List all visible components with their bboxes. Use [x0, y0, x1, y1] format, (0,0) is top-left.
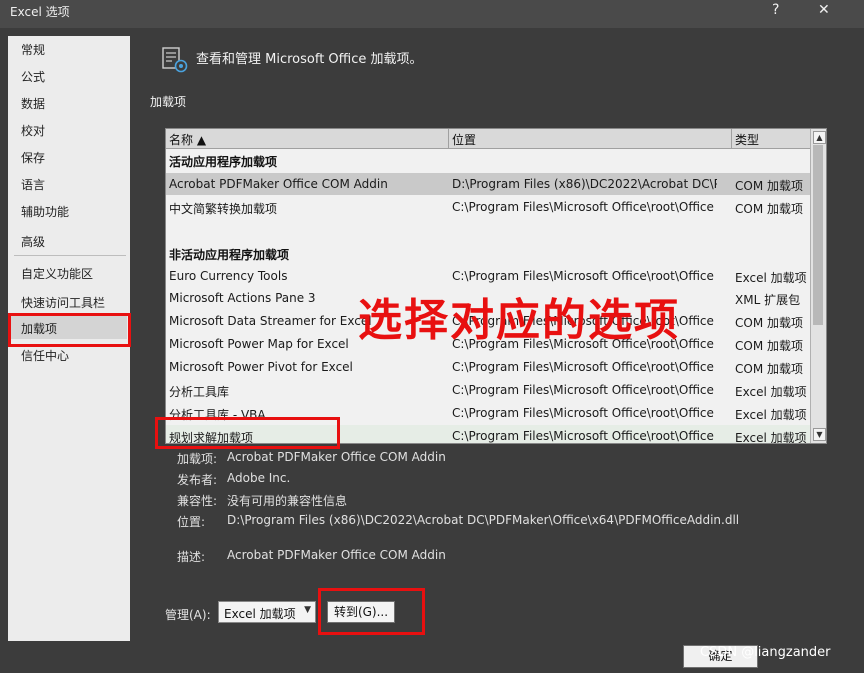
- sidebar-item-general[interactable]: 常规: [21, 41, 45, 58]
- scroll-down-icon[interactable]: ▼: [813, 428, 826, 441]
- sidebar-item-formulas[interactable]: 公式: [21, 68, 45, 85]
- column-header-type[interactable]: 类型: [735, 131, 759, 148]
- column-divider[interactable]: [731, 129, 732, 148]
- manage-select-value: Excel 加载项: [224, 607, 296, 621]
- cell-name: 分析工具库: [169, 385, 230, 399]
- detail-compat-label: 兼容性:: [177, 494, 218, 508]
- highlight-box-goto: [318, 588, 425, 635]
- annotation-overlay-text: 选择对应的选项: [358, 295, 680, 346]
- detail-publisher-value: Adobe Inc.: [227, 471, 291, 485]
- title-bar: Excel 选项 ? ✕: [0, 0, 864, 28]
- detail-publisher-label: 发布者:: [177, 473, 218, 487]
- cell-type: Excel 加载项: [735, 385, 807, 399]
- table-row[interactable]: Microsoft Power Pivot for Excel C:\Progr…: [166, 356, 810, 378]
- cell-location: C:\Program Files\Microsoft Office\root\O…: [452, 383, 714, 397]
- column-header-location[interactable]: 位置: [452, 131, 476, 148]
- manage-label: 管理(A):: [165, 608, 211, 622]
- table-row[interactable]: 中文简繁转换加载项 C:\Program Files\Microsoft Off…: [166, 196, 810, 218]
- table-row[interactable]: Acrobat PDFMaker Office COM Addin D:\Pro…: [166, 173, 810, 195]
- cell-type: Excel 加载项: [735, 431, 807, 444]
- table-row[interactable]: 分析工具库 C:\Program Files\Microsoft Office\…: [166, 379, 810, 401]
- close-button[interactable]: ✕: [818, 2, 830, 18]
- chevron-down-icon: ▼: [304, 605, 311, 615]
- column-header-name[interactable]: 名称 ▲: [169, 131, 206, 148]
- sidebar-item-customize-ribbon[interactable]: 自定义功能区: [21, 265, 93, 282]
- highlight-box-solver: [155, 417, 340, 449]
- help-button[interactable]: ?: [772, 2, 779, 18]
- cell-type: Excel 加载项: [735, 408, 807, 422]
- sidebar-item-quick-access-toolbar[interactable]: 快速访问工具栏: [21, 294, 105, 311]
- detail-addin-label: 加载项:: [177, 452, 218, 466]
- column-divider[interactable]: [448, 129, 449, 148]
- detail-compat-value: 没有可用的兼容性信息: [227, 494, 348, 508]
- sidebar-item-language[interactable]: 语言: [21, 176, 45, 193]
- sidebar-item-save[interactable]: 保存: [21, 149, 45, 166]
- section-label-addins: 加载项: [150, 95, 187, 109]
- sidebar-item-data[interactable]: 数据: [21, 95, 45, 112]
- detail-location-label: 位置:: [177, 515, 206, 529]
- detail-description-label: 描述:: [177, 550, 206, 564]
- detail-description-value: Acrobat PDFMaker Office COM Addin: [227, 548, 446, 562]
- cell-type: COM 加载项: [735, 339, 803, 353]
- cell-type: COM 加载项: [735, 362, 803, 376]
- manage-select[interactable]: Excel 加载项 ▼: [218, 601, 316, 623]
- scrollbar-thumb[interactable]: [813, 145, 823, 325]
- cell-name: Microsoft Power Pivot for Excel: [169, 360, 353, 374]
- watermark-text: CSDN @liangzander: [700, 645, 831, 660]
- sidebar-item-advanced[interactable]: 高级: [21, 233, 45, 250]
- cell-name: Acrobat PDFMaker Office COM Addin: [169, 177, 388, 191]
- cell-type: COM 加载项: [735, 202, 803, 216]
- cell-location: C:\Program Files\Microsoft Office\root\O…: [452, 200, 714, 214]
- sidebar-item-accessibility[interactable]: 辅助功能: [21, 203, 69, 220]
- sidebar-divider: [14, 255, 126, 256]
- group-header-inactive: 非活动应用程序加载项: [169, 248, 290, 262]
- cell-name: 中文简繁转换加载项: [169, 202, 278, 216]
- window-title: Excel 选项: [10, 5, 70, 19]
- sidebar-item-trust-center[interactable]: 信任中心: [21, 347, 69, 364]
- detail-location-value: D:\Program Files (x86)\DC2022\Acrobat DC…: [227, 513, 740, 527]
- cell-location: D:\Program Files (x86)\DC2022\Acrobat DC…: [452, 177, 717, 191]
- detail-addin-value: Acrobat PDFMaker Office COM Addin: [227, 450, 446, 464]
- cell-type: Excel 加载项: [735, 271, 807, 285]
- cell-location: C:\Program Files\Microsoft Office\root\O…: [452, 429, 714, 443]
- cell-type: COM 加载项: [735, 179, 803, 193]
- addins-gear-icon: [162, 47, 188, 73]
- cell-location: C:\Program Files\Microsoft Office\root\O…: [452, 269, 714, 283]
- cell-location: C:\Program Files\Microsoft Office\root\O…: [452, 406, 714, 420]
- sidebar-item-proofing[interactable]: 校对: [21, 122, 45, 139]
- cell-type: XML 扩展包: [735, 293, 801, 307]
- vertical-scrollbar[interactable]: ▲ ▼: [810, 129, 826, 443]
- cell-name: Euro Currency Tools: [169, 269, 288, 283]
- page-heading: 查看和管理 Microsoft Office 加载项。: [196, 52, 423, 67]
- scroll-up-icon[interactable]: ▲: [813, 131, 826, 144]
- cell-location: C:\Program Files\Microsoft Office\root\O…: [452, 360, 714, 374]
- cell-type: COM 加载项: [735, 316, 803, 330]
- table-header: 名称 ▲ 位置 类型: [166, 129, 810, 149]
- highlight-box-addins: [8, 313, 131, 347]
- group-header-active: 活动应用程序加载项: [169, 155, 278, 169]
